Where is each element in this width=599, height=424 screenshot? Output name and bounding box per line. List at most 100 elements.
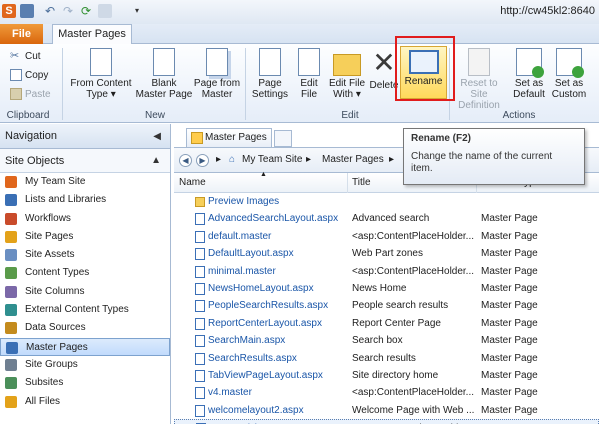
reset-to-site-definition-button[interactable]: Reset to Site Definition (451, 48, 507, 111)
file-icon (195, 404, 205, 417)
nav-item-site-pages[interactable]: Site Pages (0, 228, 170, 246)
undo-icon[interactable]: ↶ (45, 4, 59, 18)
redo-icon[interactable]: ↷ (63, 4, 77, 18)
nav-item-site-assets[interactable]: Site Assets (0, 246, 170, 264)
cell-name[interactable]: default.master (208, 228, 271, 245)
page-settings-button[interactable]: Page Settings (249, 48, 291, 100)
edit-file-with-button[interactable]: Edit File With ▾ (326, 48, 368, 100)
table-row[interactable]: SearchMain.aspx Search box Master Page (174, 332, 599, 349)
content-types-icon (5, 267, 17, 280)
breadcrumb-separator-icon: ▸ (389, 154, 395, 165)
nav-item-label: My Team Site (25, 176, 86, 187)
tab-file[interactable]: File (0, 24, 43, 44)
cell-ctype: Master Page (481, 335, 538, 347)
folder-icon (195, 197, 205, 207)
table-row[interactable]: default.master <asp:ContentPlaceHolder...… (174, 228, 599, 245)
nav-item-subsites[interactable]: Subsites (0, 374, 170, 392)
table-row[interactable]: DefaultLayout.aspx Web Part zones Master P… (174, 245, 599, 262)
set-as-custom-button[interactable]: Set as Custom (549, 48, 589, 100)
save-icon[interactable] (20, 4, 34, 18)
nav-item-workflows[interactable]: Workflows (0, 210, 170, 228)
table-row[interactable]: TabViewPageLayout.aspx Site directory hom… (174, 367, 599, 384)
breadcrumb-master-pages[interactable]: Master Pages (322, 154, 384, 165)
folder-open-icon (333, 54, 361, 76)
table-row[interactable]: ReportCenterLayout.aspx Report Center Pag… (174, 315, 599, 332)
cell-name[interactable]: v4.master (208, 384, 252, 401)
group-label-actions: Actions (502, 110, 536, 121)
cell-name[interactable]: minimal.master (208, 263, 276, 280)
cell-name[interactable]: SearchMain.aspx (208, 332, 285, 349)
customize-qat-icon[interactable]: ▾ (135, 4, 149, 18)
cell-title: Web Part zones (352, 248, 423, 260)
refresh-icon[interactable]: ⟳ (81, 4, 95, 18)
table-row[interactable]: welcomelayout2.aspx Welcome Page with Web… (174, 402, 599, 419)
folder-row[interactable]: Preview Images (174, 193, 599, 210)
nav-item-site-columns[interactable]: Site Columns (0, 283, 170, 301)
table-row[interactable]: SearchResults.aspx Search results Master P… (174, 350, 599, 367)
cell-name[interactable]: ReportCenterLayout.aspx (208, 315, 322, 332)
cell-name[interactable]: v4_copy(1).master (209, 420, 292, 424)
cell-name[interactable]: AdvancedSearchLayout.aspx (208, 210, 338, 227)
assets-icon (5, 249, 17, 262)
cell-title: Advanced search (352, 213, 430, 225)
cell-name[interactable]: PeopleSearchResults.aspx (208, 297, 328, 314)
file-icon (195, 300, 205, 313)
breadcrumb-my-team-site[interactable]: My Team Site (242, 154, 302, 165)
paste-button[interactable]: Paste (10, 87, 51, 105)
cut-button[interactable]: ✂ Cut (10, 49, 41, 67)
page-settings-icon (259, 48, 281, 76)
tab-master-pages[interactable]: Master Pages (52, 24, 132, 45)
forward-icon[interactable]: ▶ (196, 154, 209, 167)
nav-item-label: External Content Types (25, 304, 129, 316)
cell-ctype: Master Page (481, 369, 538, 381)
nav-item-data-sources[interactable]: Data Sources (0, 319, 170, 337)
site-objects-header[interactable]: Site Objects ▲ (0, 149, 170, 173)
copy-button[interactable]: Copy (10, 68, 48, 86)
column-title[interactable]: Title (352, 177, 371, 188)
file-icon (195, 248, 205, 261)
table-row[interactable]: AdvancedSearchLayout.aspx Advanced search… (174, 210, 599, 227)
blank-master-page-button[interactable]: Blank Master Page (134, 48, 194, 100)
cell-name[interactable]: Preview Images (208, 193, 279, 210)
cell-ctype: Master Page (481, 282, 538, 294)
set-as-default-button[interactable]: Set as Default (509, 48, 549, 100)
table-row[interactable]: PeopleSearchResults.aspx People search re… (174, 297, 599, 314)
collapse-pane-icon[interactable]: ◀ (153, 124, 161, 149)
masterpage-icon (6, 341, 18, 354)
cell-name[interactable]: DefaultLayout.aspx (208, 245, 294, 262)
tooltip-description: Change the name of the current item. (411, 151, 553, 174)
blank-page-icon (153, 48, 175, 76)
column-name[interactable]: Name (179, 177, 206, 188)
table-row[interactable]: NewsHomeLayout.aspx News Home Master Page (174, 280, 599, 297)
cell-title: Search box (352, 335, 403, 347)
group-label-new: New (144, 110, 165, 121)
back-icon[interactable]: ◀ (179, 154, 192, 167)
nav-item-site-groups[interactable]: Site Groups (0, 356, 170, 374)
chevron-up-icon[interactable]: ▲ (151, 149, 161, 173)
nav-item-external-content-types[interactable]: External Content Types (0, 301, 170, 319)
page-from-master-button[interactable]: Page from Master (192, 48, 242, 100)
nav-item-lists-and-libraries[interactable]: Lists and Libraries (0, 191, 170, 209)
table-row[interactable]: v4_copy(1).master <asp:ContentPlaceHolder… (174, 419, 599, 424)
nav-item-master-pages[interactable]: Master Pages (0, 337, 170, 356)
nav-item-my-team-site[interactable]: My Team Site (0, 173, 170, 191)
cell-name[interactable]: NewsHomeLayout.aspx (208, 280, 314, 297)
cell-title: <asp:ContentPlaceHolder... (353, 420, 475, 424)
table-row[interactable]: minimal.master <asp:ContentPlaceHolder...… (174, 263, 599, 280)
new-tab-button[interactable] (274, 130, 292, 147)
cell-name[interactable]: SearchResults.aspx (208, 350, 297, 367)
cell-name[interactable]: welcomelayout2.aspx (208, 402, 304, 419)
table-row[interactable]: v4.master <asp:ContentPlaceHolder... Maste… (174, 384, 599, 401)
column-divider[interactable] (347, 173, 348, 193)
navigation-header: Navigation ◀ (0, 124, 170, 149)
cell-title: Search results (352, 352, 416, 364)
tab-master-pages-document[interactable]: Master Pages (186, 128, 272, 147)
preview-icon[interactable] (98, 4, 112, 18)
copy-icon (10, 69, 22, 82)
from-content-type-button[interactable]: From Content Type ▾ (68, 48, 134, 100)
edit-file-button[interactable]: Edit File (293, 48, 325, 100)
nav-item-label: Site Columns (25, 285, 85, 297)
cell-name[interactable]: TabViewPageLayout.aspx (208, 367, 323, 384)
nav-item-content-types[interactable]: Content Types (0, 264, 170, 282)
nav-item-all-files[interactable]: All Files (0, 393, 170, 411)
